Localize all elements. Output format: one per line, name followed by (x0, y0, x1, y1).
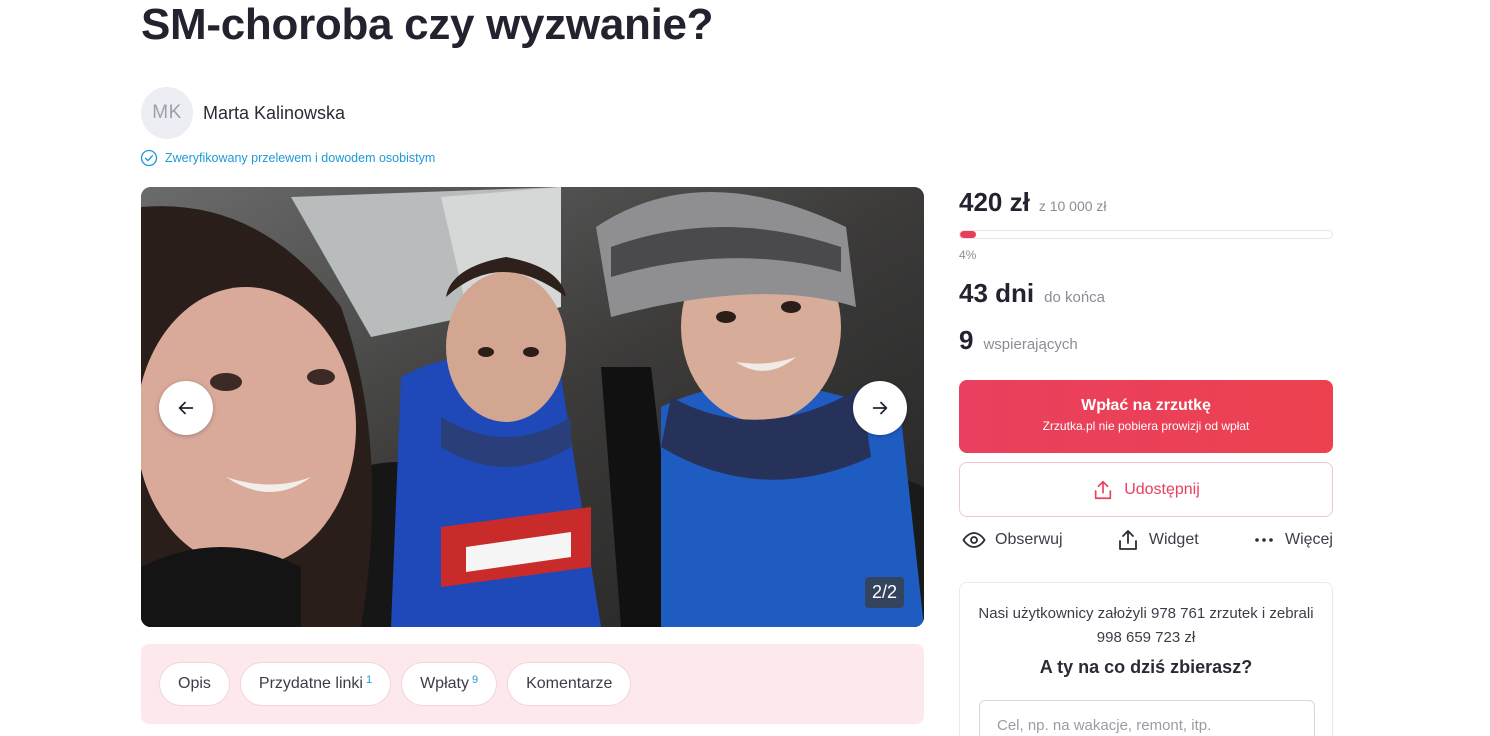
donate-label: Wpłać na zrzutkę (1081, 397, 1211, 414)
avatar[interactable]: MK (141, 87, 193, 139)
funding-panel: 420 zł z 10 000 zł 4% 43 dni do końca 9 … (959, 187, 1333, 356)
verified-badge: Zweryfikowany przelewem i dowodem osobis… (140, 149, 435, 167)
tab-label: Komentarze (526, 675, 613, 692)
progress-bar (959, 230, 1333, 239)
tab-count: 1 (365, 674, 373, 686)
goal-input[interactable] (979, 700, 1315, 736)
supporters-value: 9 (959, 325, 974, 355)
photo-gallery[interactable]: 2/2 (141, 187, 924, 627)
goal-amount: z 10 000 zł (1038, 198, 1107, 214)
supporters: 9 wspierających (959, 325, 1333, 356)
follow-label: Obserwuj (995, 531, 1063, 548)
campaign-title: SM-choroba czy wyzwanie? (141, 0, 714, 49)
tab-useful-links[interactable]: Przydatne linki 1 (239, 662, 392, 706)
widget-label: Widget (1148, 531, 1199, 548)
tab-count: 9 (471, 674, 479, 686)
supporters-label: wspierających (983, 336, 1078, 353)
eye-icon (962, 532, 986, 548)
promo-box: Nasi użytkownicy założyli 978 761 zrzute… (959, 582, 1333, 736)
follow-button[interactable]: Obserwuj (962, 528, 1063, 552)
progress-percent: 4% (959, 248, 977, 262)
author-name[interactable]: Marta Kalinowska (203, 103, 345, 124)
tab-description[interactable]: Opis (159, 662, 230, 706)
more-button[interactable]: Więcej (1252, 528, 1333, 552)
progress-fill (960, 231, 976, 238)
raised-amount: 420 zł (959, 187, 1030, 217)
tab-comments[interactable]: Komentarze (507, 662, 632, 706)
more-label: Więcej (1284, 531, 1333, 548)
campaign-photo[interactable] (141, 187, 924, 627)
share-button[interactable]: Udostępnij (959, 462, 1333, 517)
days-left: 43 dni do końca (959, 278, 1333, 309)
tab-label: Opis (178, 675, 211, 692)
amount-row: 420 zł z 10 000 zł (959, 187, 1333, 218)
more-dots-icon (1255, 538, 1273, 542)
tab-label: Wpłaty (420, 675, 469, 692)
donate-sublabel: Zrzutka.pl nie pobiera prowizji od wpłat (1042, 419, 1250, 433)
tab-label: Przydatne linki (258, 675, 363, 692)
section-tabs: Opis Przydatne linki 1 Wpłaty 9 Komentar… (141, 644, 924, 724)
gallery-prev-button[interactable] (159, 381, 213, 435)
days-label: do końca (1044, 289, 1106, 306)
share-upload-icon (1095, 480, 1112, 499)
secondary-actions: Obserwuj Widget Więcej (962, 528, 1333, 552)
arrow-right-icon (872, 401, 888, 415)
days-value: 43 dni (959, 278, 1035, 308)
share-upload-icon (1118, 530, 1137, 550)
verified-text: Zweryfikowany przelewem i dowodem osobis… (165, 151, 436, 165)
gallery-counter: 2/2 (865, 577, 905, 608)
tab-payments[interactable]: Wpłaty 9 (401, 662, 498, 706)
donate-button[interactable]: Wpłać na zrzutkę Zrzutka.pl nie pobiera … (959, 380, 1333, 453)
gallery-next-button[interactable] (853, 381, 907, 435)
arrow-left-icon (178, 401, 194, 415)
promo-question: A ty na co dziś zbierasz? (1039, 657, 1253, 677)
share-label: Udostępnij (1124, 480, 1200, 498)
author[interactable]: MK Marta Kalinowska (141, 87, 345, 139)
widget-button[interactable]: Widget (1116, 528, 1199, 552)
check-circle-icon (140, 149, 158, 167)
promo-text: Nasi użytkownicy założyli 978 761 zrzute… (978, 605, 1314, 646)
